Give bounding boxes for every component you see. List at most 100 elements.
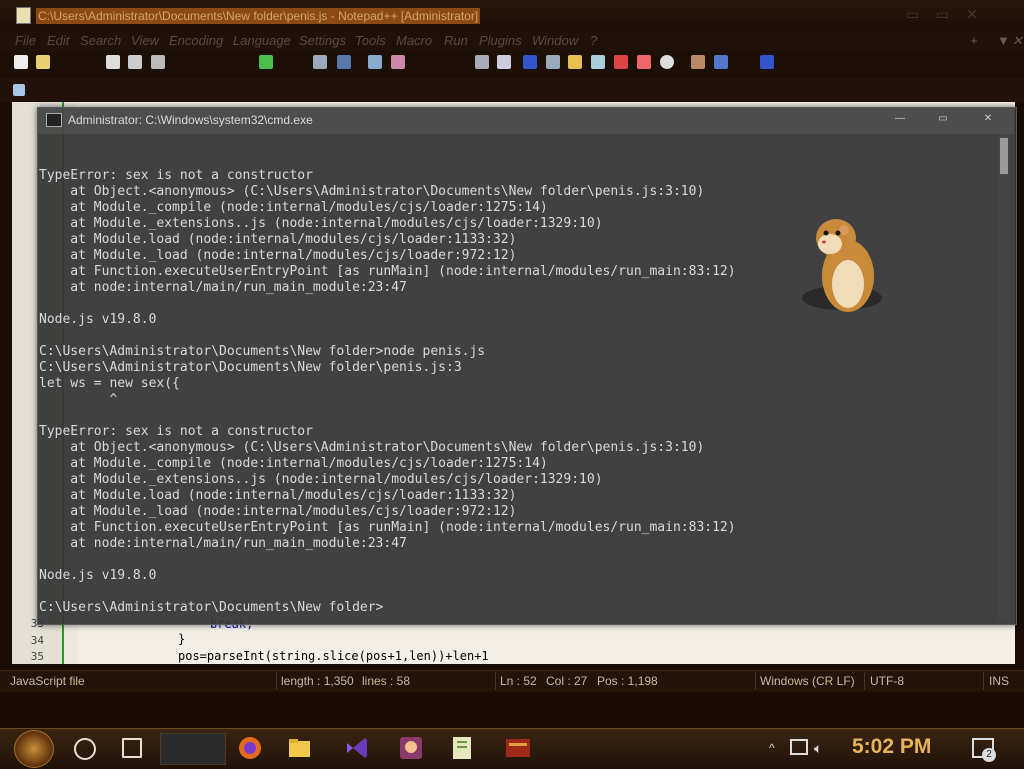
word-wrap-icon[interactable] (475, 55, 489, 69)
cmd-output-line: at Function.executeUserEntryPoint [as ru… (39, 520, 736, 535)
menu-tools[interactable]: Tools (355, 33, 386, 48)
game-app-icon[interactable] (393, 733, 429, 763)
taskbar-clock[interactable]: 5:02 PM (852, 735, 931, 759)
notepad-plus-plus-icon[interactable] (444, 733, 480, 763)
cmd-output-line: at Object.<anonymous> (C:\Users\Administ… (39, 440, 705, 455)
cmd-output-line: TypeError: sex is not a constructor (39, 168, 313, 183)
macro-record-icon[interactable] (614, 55, 628, 69)
npp-minimize-button[interactable]: ▭ (906, 6, 919, 23)
status-divider (276, 672, 277, 690)
cmd-output-line: at Module._load (node:internal/modules/c… (39, 504, 517, 519)
cortana-icon[interactable] (74, 738, 96, 760)
plugin-icon[interactable] (691, 55, 705, 69)
cmd-scrollbar-thumb[interactable] (1000, 138, 1008, 174)
cmd-close-button[interactable]: ✕ (973, 113, 1003, 125)
npp-window-title: C:\Users\Administrator\Documents\New fol… (36, 8, 481, 24)
cmd-output-line: at node:internal/main/run_main_module:23… (39, 280, 407, 295)
cmd-output-line: at Module._compile (node:internal/module… (39, 456, 548, 471)
npp-close-button[interactable]: ✕ (966, 6, 978, 23)
hamster-image (802, 219, 882, 312)
menu-plugins[interactable]: Plugins (479, 33, 522, 48)
taskbar-shelf (0, 692, 1024, 728)
cmd-output-line: C:\Users\Administrator\Documents\New fol… (39, 600, 384, 615)
zoom-in-icon[interactable] (368, 55, 382, 69)
status-lines: lines : 58 (362, 674, 411, 688)
replace-icon[interactable] (337, 55, 351, 69)
macro-stop-icon[interactable] (637, 55, 651, 69)
menu-search[interactable]: Search (80, 33, 121, 48)
show-all-chars-icon[interactable] (497, 55, 511, 69)
redo-icon[interactable] (259, 55, 273, 69)
document-tab-icon[interactable] (13, 84, 25, 96)
status-divider (495, 672, 496, 690)
cmd-output-line: at Module._extensions..js (node:internal… (39, 216, 603, 231)
cmd-output-line: C:\Users\Administrator\Documents\New fol… (39, 360, 462, 375)
cmd-window-title: Administrator: C:\Windows\system32\cmd.e… (68, 113, 313, 127)
status-divider (864, 672, 865, 690)
code-line: pos=parseInt(string.slice(pos+1,len))+le… (178, 649, 489, 663)
npp-maximize-button[interactable]: ▭ (936, 6, 949, 23)
cmd-output-line: at Module._load (node:internal/modules/c… (39, 248, 517, 263)
cmd-output-line: at node:internal/main/run_main_module:23… (39, 536, 407, 551)
status-encoding[interactable]: UTF-8 (870, 674, 904, 688)
status-file-type: JavaScript file (10, 674, 85, 688)
line-number: 34 (30, 634, 44, 647)
status-divider (755, 672, 756, 690)
find-icon[interactable] (313, 55, 327, 69)
line-number: 35 (30, 650, 44, 663)
menu-encoding[interactable]: Encoding (169, 33, 223, 48)
npp-tab-bar (0, 78, 1024, 102)
menu-edit[interactable]: Edit (47, 33, 69, 48)
network-icon[interactable] (790, 739, 808, 755)
menu-settings[interactable]: Settings (299, 33, 346, 48)
folder-as-workspace-icon[interactable] (568, 55, 582, 69)
status-position: Pos : 1,198 (597, 674, 658, 688)
cmd-output-line: at Function.executeUserEntryPoint [as ru… (39, 264, 736, 279)
visual-studio-icon[interactable] (339, 733, 375, 763)
print-icon[interactable] (151, 55, 165, 69)
cmd-maximize-button[interactable]: ▭ (928, 113, 958, 125)
tab-list-button[interactable]: ▼ (997, 33, 1010, 48)
document-map-icon[interactable] (546, 55, 560, 69)
status-column: Col : 27 (546, 674, 588, 688)
menu-run[interactable]: Run (444, 33, 468, 48)
cmd-scrollbar[interactable] (998, 134, 1010, 620)
new-file-icon[interactable] (14, 55, 28, 69)
close-tab-button[interactable]: ✕ (1012, 33, 1023, 49)
cmd-output-line: C:\Users\Administrator\Documents\New fol… (39, 344, 486, 359)
menu-language[interactable]: Language (233, 33, 291, 48)
task-view-icon[interactable] (122, 738, 142, 758)
tray-overflow-chevron[interactable]: ^ (769, 741, 775, 755)
indent-guide-icon[interactable] (523, 55, 537, 69)
book-app-icon[interactable] (500, 733, 536, 763)
status-line: Ln : 52 (500, 674, 537, 688)
taskbar-search-box[interactable] (160, 733, 226, 765)
zoom-out-icon[interactable] (391, 55, 405, 69)
cmd-output-line: TypeError: sex is not a constructor (39, 424, 313, 439)
volume-icon[interactable]: 🔈︎ (814, 740, 822, 757)
menu-help[interactable]: ? (590, 33, 597, 48)
close-all-icon[interactable] (128, 55, 142, 69)
cmd-output-line: Node.js v19.8.0 (39, 312, 157, 327)
status-insert-mode[interactable]: INS (989, 674, 1009, 688)
menu-view[interactable]: View (131, 33, 159, 48)
function-list-icon[interactable] (591, 55, 605, 69)
cmd-app-icon (46, 113, 62, 127)
cmd-output-line: at Module.load (node:internal/modules/cj… (39, 488, 517, 503)
close-file-icon[interactable] (106, 55, 120, 69)
menu-file[interactable]: File (15, 33, 36, 48)
open-file-icon[interactable] (36, 55, 50, 69)
start-button[interactable] (14, 730, 54, 768)
save-macro-icon[interactable] (714, 55, 728, 69)
cmd-minimize-button[interactable]: — (885, 113, 915, 125)
macro-play-icon[interactable] (660, 55, 674, 69)
run-macro-multiple-icon[interactable] (760, 55, 774, 69)
menu-macro[interactable]: Macro (396, 33, 432, 48)
firefox-icon[interactable] (232, 733, 268, 763)
menu-window[interactable]: Window (532, 33, 578, 48)
status-eol[interactable]: Windows (CR LF) (760, 674, 855, 688)
file-explorer-icon[interactable] (281, 733, 317, 763)
cmd-output-line: ^ (39, 392, 118, 407)
add-tab-button[interactable]: + (970, 33, 978, 48)
cmd-output-line: at Module._compile (node:internal/module… (39, 200, 548, 215)
